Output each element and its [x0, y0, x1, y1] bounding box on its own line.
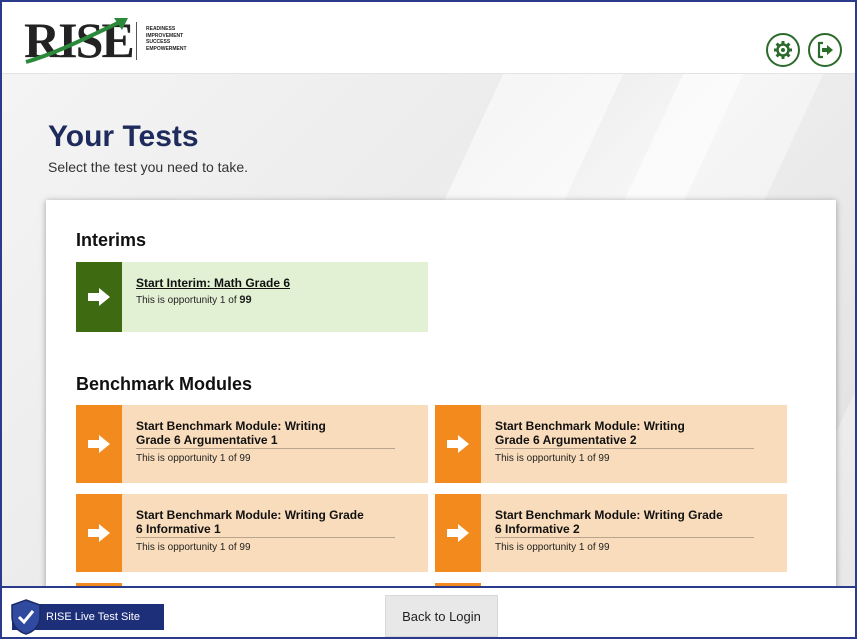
interim-test-tile[interactable]: Start Interim: Math Grade 6 This is oppo…	[76, 262, 428, 332]
benchmark-test-title: Start Benchmark Module: Writing Grade 6 …	[495, 508, 755, 538]
benchmark-heading: Benchmark Modules	[76, 374, 253, 394]
site-label: RISE Live Test Site	[46, 611, 140, 623]
benchmark-test-opportunity: This is opportunity 1 of 99	[495, 542, 610, 553]
logo-tagline: READINESS IMPROVEMENT SUCCESS EMPOWERMEN…	[146, 26, 187, 52]
interim-test-title: Start Interim: Math Grade 6	[136, 276, 291, 290]
logo-swoosh-icon	[25, 18, 128, 64]
app-footer: RISE Live Test Site Back to Login	[2, 586, 855, 637]
benchmark-test-tile[interactable]: Start Benchmark Module: Writing Grade 6 …	[76, 405, 428, 483]
benchmark-test-opportunity: This is opportunity 1 of 99	[136, 542, 251, 553]
page-subtitle: Select the test you need to take.	[48, 159, 249, 175]
rise-logo: RISE READINESS IMPROVEMENT SUCCESS EMPOW…	[24, 14, 224, 66]
app-header: RISE READINESS IMPROVEMENT SUCCESS EMPOW…	[2, 2, 855, 74]
logo-divider	[136, 22, 137, 60]
benchmark-test-tile[interactable]: Start Benchmark Module: Writing Grade 6 …	[76, 494, 428, 572]
site-badge: RISE Live Test Site	[11, 599, 164, 635]
interims-heading: Interims	[76, 230, 147, 250]
benchmark-test-opportunity: This is opportunity 1 of 99	[136, 453, 251, 464]
tests-card: Interims Start Interim: Math Grade 6 Thi…	[46, 200, 836, 600]
shield-check-icon	[11, 599, 41, 635]
arrow-right-icon	[76, 494, 122, 572]
benchmark-test-title: Start Benchmark Module: Writing Grade 6 …	[495, 419, 755, 449]
benchmark-test-tile[interactable]: Start Benchmark Module: Writing Grade 6 …	[435, 405, 787, 483]
benchmark-test-tile[interactable]: Start Benchmark Module: Writing Grade 6 …	[435, 494, 787, 572]
app-window: RISE READINESS IMPROVEMENT SUCCESS EMPOW…	[0, 0, 857, 639]
interim-test-opportunity: This is opportunity 1 of 99	[136, 294, 252, 306]
gear-icon	[774, 41, 792, 59]
arrow-right-icon	[76, 262, 122, 332]
back-to-login-button[interactable]: Back to Login	[385, 595, 498, 637]
arrow-right-icon	[435, 405, 481, 483]
logout-button[interactable]	[808, 33, 842, 67]
page-title: Your Tests	[48, 120, 199, 153]
benchmark-test-opportunity: This is opportunity 1 of 99	[495, 453, 610, 464]
arrow-right-icon	[435, 494, 481, 572]
benchmark-test-title: Start Benchmark Module: Writing Grade 6 …	[136, 419, 396, 449]
settings-button[interactable]	[766, 33, 800, 67]
arrow-right-icon	[76, 405, 122, 483]
logout-icon	[817, 41, 833, 59]
benchmark-test-title: Start Benchmark Module: Writing Grade 6 …	[136, 508, 396, 538]
